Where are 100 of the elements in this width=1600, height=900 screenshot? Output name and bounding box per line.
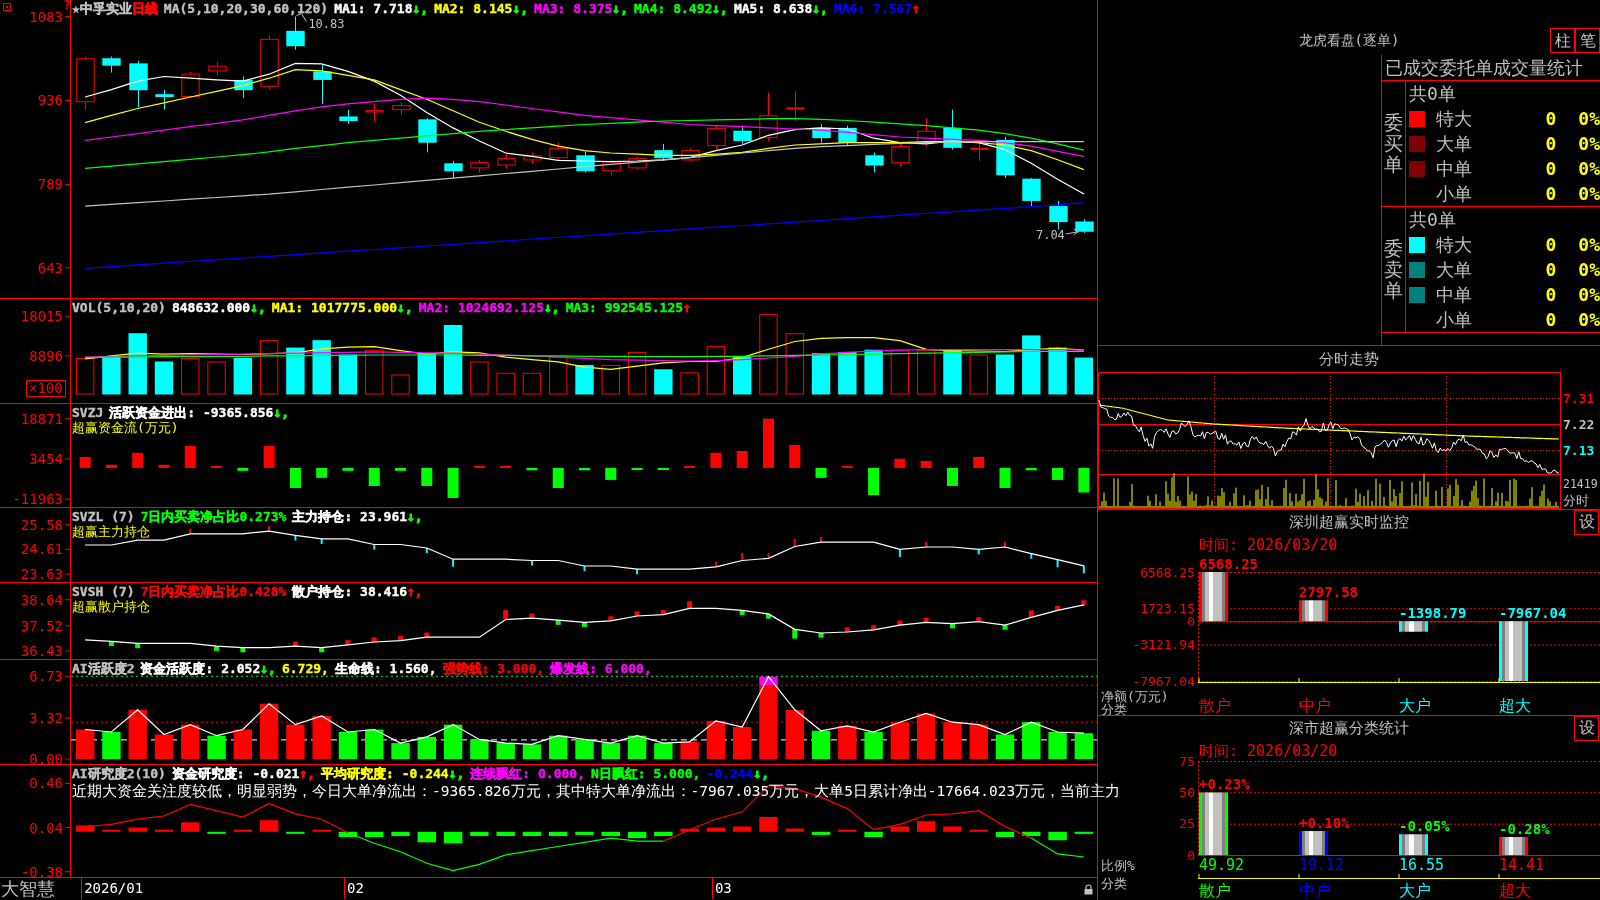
volume-bar — [470, 361, 489, 395]
view-toggle-button[interactable]: 笔 — [1575, 28, 1600, 53]
legend-item: ↑ — [912, 1, 920, 16]
volume-bar — [969, 354, 988, 395]
legend-item: MA5: 8.638 — [733, 1, 813, 16]
axis-label: 0.04 — [29, 819, 63, 836]
order-size-label: 特大 — [1436, 232, 1473, 257]
section-title: 深圳超赢实时监控 — [1289, 513, 1409, 532]
legend-item: 资金研究度: -0.021 — [171, 766, 300, 781]
volume-bar — [890, 349, 910, 395]
brand-label: 大智慧 — [0, 879, 55, 899]
category-label: 中户 — [1299, 695, 1331, 715]
change-mark — [897, 620, 903, 626]
research-bar — [102, 829, 121, 832]
research-bar — [470, 831, 489, 836]
research-bar — [575, 831, 594, 835]
fund-flow-bar — [710, 452, 722, 468]
share-bar — [1299, 831, 1328, 855]
change-mark — [1056, 559, 1059, 568]
activity-bar — [601, 743, 620, 760]
legend-item: ↓, — [812, 1, 828, 16]
legend-item: ↓, — [753, 766, 770, 781]
candlestick — [365, 103, 384, 122]
change-mark — [898, 549, 901, 557]
change-mark — [636, 569, 639, 575]
category-label: 大户 — [1399, 880, 1431, 900]
candlestick — [181, 71, 200, 99]
activity-bar — [1074, 733, 1094, 760]
research-bar — [128, 827, 147, 832]
volume-bar — [916, 349, 936, 395]
order-count: 0 — [1544, 158, 1558, 179]
candlestick — [628, 155, 647, 171]
activity-bar — [233, 729, 253, 760]
candlestick — [129, 60, 148, 108]
indicator-title: 超赢资金流(万元) — [72, 420, 179, 435]
candlestick — [234, 76, 253, 99]
activity-bar — [496, 743, 515, 760]
axis-label: 18015 — [20, 308, 63, 325]
research-bar — [207, 831, 226, 834]
legend-item: 活跃资金进出: -9365.856 — [109, 405, 274, 420]
activity-bar — [943, 722, 962, 760]
net-amount-bar — [1499, 621, 1528, 681]
time-label: 时间: 2026/03/20 — [1199, 742, 1338, 760]
activity-bar — [312, 716, 331, 760]
volume-bar — [207, 361, 226, 395]
legend-item: -0.244 — [706, 766, 754, 781]
change-mark — [687, 601, 693, 609]
activity-bar — [286, 724, 305, 760]
share-bar — [1499, 836, 1528, 855]
view-toggle-button[interactable]: 柱 — [1550, 28, 1575, 53]
legend-item: SVSH (7) — [72, 584, 135, 599]
change-mark — [268, 526, 271, 532]
activity-bar — [916, 713, 936, 760]
change-mark — [660, 609, 666, 615]
activity-bar — [680, 741, 699, 760]
fund-flow-bar — [184, 446, 196, 468]
candlestick — [891, 143, 910, 168]
fund-flow-bar — [789, 445, 801, 468]
section-title: 分时走势 — [1319, 349, 1379, 369]
fund-flow-bar — [684, 465, 696, 468]
change-mark — [373, 544, 376, 550]
legend-item: 爆发线: 6.000, — [550, 661, 652, 676]
fund-flow-bar — [473, 465, 485, 468]
date-label: 03 — [711, 878, 732, 899]
change-mark — [818, 632, 824, 638]
activity-bar — [1048, 732, 1067, 760]
change-mark — [741, 552, 744, 561]
research-bar — [1022, 831, 1041, 836]
legend-item: ↓, — [273, 405, 290, 420]
change-mark — [530, 560, 533, 566]
axis-label: 6568.25 — [1140, 564, 1195, 580]
axis-label: 50 — [1179, 784, 1195, 800]
candlestick — [786, 90, 805, 122]
change-mark — [503, 610, 509, 620]
fund-flow-bar — [395, 467, 407, 471]
fund-flow-bar — [421, 467, 433, 486]
research-bar — [417, 831, 436, 843]
legend-item: MA1: 7.718 — [334, 1, 413, 16]
research-bar — [365, 831, 384, 838]
candlestick — [155, 89, 174, 111]
lock-icon[interactable] — [1084, 884, 1093, 895]
volume-bar — [259, 340, 279, 395]
change-mark — [976, 616, 982, 622]
help-mark[interactable]: ? — [63, 0, 71, 12]
legend-item: ↑, — [407, 584, 423, 599]
legend-item: ↓, — [260, 661, 276, 676]
annotation: 10.83 — [308, 16, 345, 31]
volume-bar — [706, 345, 726, 395]
order-count: 0 — [1544, 108, 1558, 129]
legend-item: AI研究度2(10) — [72, 766, 166, 781]
activity-bar — [102, 732, 121, 760]
research-bar — [549, 831, 568, 836]
volume-bar — [811, 353, 831, 395]
change-mark — [294, 535, 297, 541]
change-mark — [925, 541, 928, 548]
settings-button[interactable]: 设 — [1574, 716, 1599, 741]
axis-label: -0.38 — [20, 863, 63, 877]
volume-bar — [785, 333, 804, 395]
settings-button[interactable]: 设 — [1574, 510, 1599, 535]
research-bar — [943, 826, 962, 832]
